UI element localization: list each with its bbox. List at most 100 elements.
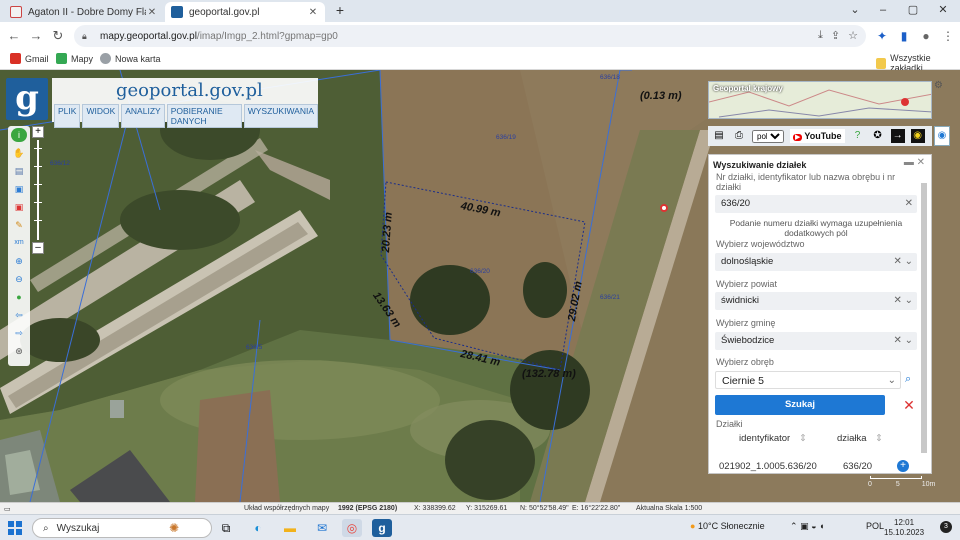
share-icon[interactable]: ⇪ bbox=[831, 29, 840, 42]
sort-icon[interactable]: ⇕ bbox=[799, 433, 807, 444]
panel-scrollbar[interactable] bbox=[921, 183, 927, 453]
settings-gear-icon[interactable]: ⚙ bbox=[934, 80, 950, 94]
result-identifier[interactable]: 021902_1.0005.636/20 bbox=[719, 461, 817, 472]
chevron-down-icon[interactable]: ⌄ bbox=[840, 0, 870, 20]
clear-icon[interactable]: ▣ bbox=[11, 200, 27, 214]
minimize-icon[interactable]: ▬ bbox=[904, 157, 914, 168]
youtube-play-icon: ▶ bbox=[793, 134, 803, 141]
close-icon[interactable]: ✕ bbox=[917, 157, 925, 168]
notifications-icon[interactable]: 3 bbox=[940, 521, 952, 533]
download-icon[interactable]: ⤓ bbox=[818, 29, 823, 42]
camera-icon[interactable]: ▣ bbox=[800, 521, 809, 531]
mail-icon[interactable]: ✉ bbox=[312, 519, 332, 537]
result-parcel[interactable]: 636/20 bbox=[843, 461, 872, 472]
print-icon[interactable]: ⎙ bbox=[732, 129, 746, 143]
new-tab-button[interactable]: + bbox=[331, 3, 349, 19]
clock[interactable]: 12:01 15.10.2023 bbox=[884, 518, 924, 538]
tab-agaton[interactable]: Agaton II - Dobre Domy Flak & Ab ✕ bbox=[4, 2, 164, 22]
youtube-link[interactable]: ▶ YouTube bbox=[790, 129, 845, 143]
menu-dots-icon[interactable]: ⋮ bbox=[940, 28, 956, 44]
zoom-plus-button[interactable]: + bbox=[32, 126, 44, 138]
start-button[interactable] bbox=[8, 521, 22, 535]
clear-chevron-icon[interactable]: ✕ ⌄ bbox=[893, 292, 913, 310]
profile-avatar[interactable]: ● bbox=[918, 28, 934, 44]
menu-analizy[interactable]: ANALIZY bbox=[121, 104, 165, 128]
zoom-out-icon[interactable]: ⊖ bbox=[11, 272, 27, 286]
add-result-icon[interactable]: + bbox=[897, 460, 909, 472]
hedgehog-widget-icon[interactable]: ✺ bbox=[164, 519, 184, 537]
select-icon[interactable]: ▣ bbox=[11, 182, 27, 196]
close-icon[interactable]: ✕ bbox=[307, 7, 319, 18]
bookmark-mapy[interactable]: Mapy bbox=[56, 53, 93, 64]
parcel-number-input[interactable]: 636/20 ✕ bbox=[715, 195, 917, 213]
search-button[interactable]: Szukaj bbox=[715, 395, 885, 415]
column-header-id[interactable]: identyfikator bbox=[739, 433, 790, 444]
forward-button[interactable]: → bbox=[28, 28, 44, 44]
layers-icon[interactable]: ▤ bbox=[11, 164, 27, 178]
file-explorer-icon[interactable]: ▬ bbox=[280, 519, 300, 537]
volume-icon[interactable]: ◖ bbox=[819, 521, 824, 531]
menu-pobieranie[interactable]: POBIERANIE DANYCH bbox=[166, 104, 242, 128]
language-select[interactable]: pol bbox=[752, 129, 784, 143]
geoportal-logo[interactable]: g bbox=[6, 78, 48, 120]
sidepanel-icon[interactable]: ▮ bbox=[896, 28, 912, 44]
document-icon[interactable]: ▤ bbox=[712, 129, 726, 143]
weather-widget[interactable]: ● 10°C Słonecznie bbox=[690, 521, 765, 531]
help-icon[interactable]: ? bbox=[851, 129, 865, 143]
menu-plik[interactable]: PLIK bbox=[54, 104, 81, 128]
reset-button[interactable]: ✕ bbox=[901, 395, 917, 415]
bookmark-nowa-karta[interactable]: Nowa karta bbox=[100, 53, 161, 64]
arrow-right-icon[interactable]: ⇨ bbox=[11, 326, 27, 340]
tab-strip: Agaton II - Dobre Domy Flak & Ab ✕ geopo… bbox=[0, 0, 960, 22]
chrome-icon[interactable]: ◎ bbox=[342, 519, 362, 537]
zoom-track[interactable] bbox=[37, 140, 39, 240]
info-icon[interactable]: i bbox=[11, 128, 27, 142]
url-input[interactable]: 🔒︎ mapy.geoportal.gov.pl/imap/Imgp_2.htm… bbox=[74, 25, 866, 47]
sort-icon[interactable]: ⇕ bbox=[875, 433, 883, 444]
task-view-icon[interactable]: ⧉ bbox=[216, 519, 236, 537]
voivodeship-select[interactable]: dolnośląskie ✕ ⌄ bbox=[715, 253, 917, 271]
help-lifebuoy-icon[interactable]: ⊛ bbox=[11, 344, 27, 358]
map-marker-icon[interactable] bbox=[660, 204, 668, 212]
precinct-select[interactable]: Ciernie 5 ⌄ bbox=[715, 371, 901, 389]
zoom-minus-button[interactable]: – bbox=[32, 242, 44, 254]
close-window-button[interactable]: ✕ bbox=[928, 0, 958, 20]
arrow-left-icon[interactable]: ⇦ bbox=[11, 308, 27, 322]
arrow-right-icon[interactable]: → bbox=[890, 129, 905, 143]
clear-chevron-icon[interactable]: ✕ ⌄ bbox=[893, 253, 913, 271]
clear-chevron-icon[interactable]: ✕ ⌄ bbox=[893, 332, 913, 350]
bookmark-gmail[interactable]: Gmail bbox=[10, 53, 49, 64]
star-icon[interactable]: ☆ bbox=[848, 29, 858, 42]
menu-wyszukiwania[interactable]: WYSZUKIWANIA bbox=[243, 104, 318, 128]
minimize-button[interactable]: – bbox=[868, 0, 898, 20]
accessibility-icon[interactable]: ✪ bbox=[871, 129, 885, 143]
geoportal-app-icon[interactable]: g bbox=[372, 519, 392, 537]
visibility-eye-icon[interactable]: ◉ bbox=[934, 126, 950, 146]
menu-widok[interactable]: WIDOK bbox=[82, 104, 120, 128]
taskbar-search[interactable]: ⌕ Wyszukaj bbox=[32, 518, 212, 538]
search-icon[interactable]: ⌕ bbox=[905, 373, 911, 386]
hand-pan-icon[interactable]: ✋ bbox=[11, 146, 27, 160]
commune-select[interactable]: Świebodzice ✕ ⌄ bbox=[715, 332, 917, 350]
input-language[interactable]: POL bbox=[866, 521, 884, 531]
extension-puzzle-icon[interactable]: ✦ bbox=[874, 28, 890, 44]
eye-icon[interactable]: ◉ bbox=[910, 129, 925, 143]
pencil-icon[interactable]: ✎ bbox=[11, 218, 27, 232]
xml-icon[interactable]: xm bbox=[11, 236, 27, 250]
close-icon[interactable]: ✕ bbox=[146, 7, 158, 18]
globe-icon[interactable]: ● bbox=[11, 290, 27, 304]
county-select[interactable]: świdnicki ✕ ⌄ bbox=[715, 292, 917, 310]
network-icon[interactable]: ◒ bbox=[811, 521, 816, 531]
clear-icon[interactable]: ✕ bbox=[905, 195, 913, 213]
zoom-in-icon[interactable]: ⊕ bbox=[11, 254, 27, 268]
back-button[interactable]: ← bbox=[6, 28, 22, 44]
chevron-down-icon[interactable]: ⌄ bbox=[888, 372, 896, 390]
reload-button[interactable]: ↻ bbox=[50, 28, 66, 44]
zoom-slider[interactable]: + – bbox=[30, 126, 46, 256]
maximize-button[interactable]: ▢ bbox=[898, 0, 928, 20]
chevron-up-icon[interactable]: ⌃ bbox=[790, 521, 798, 531]
column-header-dz[interactable]: działka bbox=[837, 433, 867, 444]
edge-icon[interactable]: ◐ bbox=[248, 519, 268, 537]
tab-geoportal[interactable]: geoportal.gov.pl ✕ bbox=[165, 2, 325, 22]
overview-map[interactable]: Geoportal krajowy bbox=[708, 81, 932, 119]
